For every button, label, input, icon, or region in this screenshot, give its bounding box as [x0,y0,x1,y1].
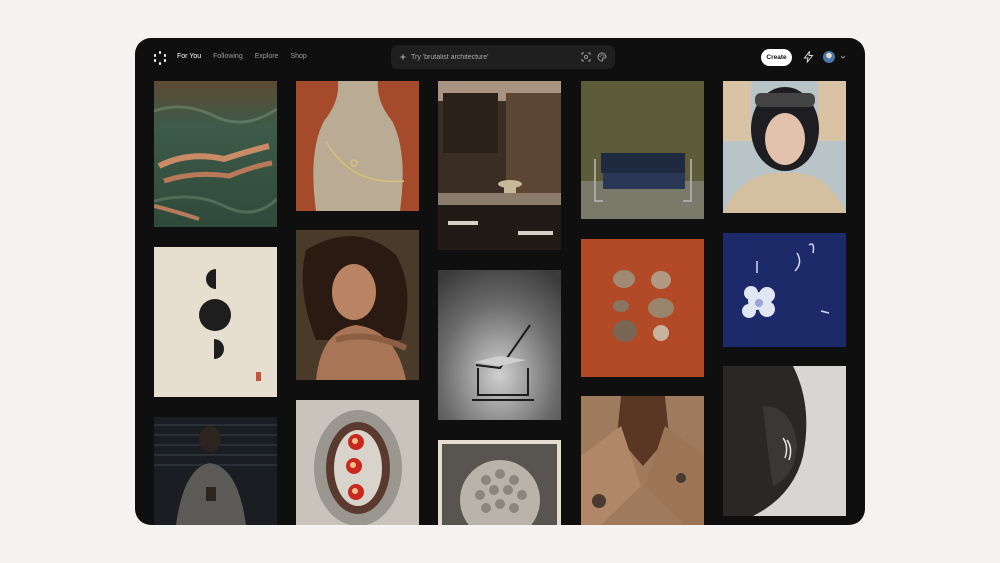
goggles-portrait-image [723,81,846,213]
feed-image-sphere-sculpture[interactable] [438,440,561,525]
search-input[interactable] [411,51,571,63]
man-dark-room-image [154,417,277,525]
feed-image-stones[interactable] [581,239,704,377]
kitchen-image [438,81,561,250]
lightning-icon[interactable] [803,51,814,63]
feed-image-goggles-portrait[interactable] [723,81,846,213]
chevron-down-icon[interactable] [840,54,846,60]
swimmers-image [154,81,277,227]
nav-item-for-you[interactable]: For You [177,52,201,62]
search-bar[interactable] [391,45,615,69]
sparkle-icon [399,53,407,61]
top-bar: For You Following Explore Shop Create [135,38,865,78]
create-button[interactable]: Create [761,49,792,66]
sphere-sculpture-image [438,440,561,525]
nav-item-explore[interactable]: Explore [255,52,279,62]
feed-image-man-dark-room[interactable] [154,417,277,525]
feed-image-shirt[interactable] [581,396,704,525]
feed-image-kitchen[interactable] [438,81,561,250]
feed-image-fruit-plate[interactable] [296,400,419,525]
avatar[interactable] [823,51,835,63]
feed-image-tube-chair[interactable] [438,270,561,420]
feed-image-earring[interactable] [723,366,846,516]
palette-icon[interactable] [597,52,607,62]
feed-image-curly-portrait[interactable] [296,230,419,380]
vase-image [296,81,419,211]
feed-image-sofa[interactable] [581,81,704,219]
visual-search-icon[interactable] [581,52,591,62]
feed-image-vase[interactable] [296,81,419,211]
tube-chair-image [438,270,561,420]
app-window: For You Following Explore Shop Create [135,38,865,525]
circles-print-image [154,247,277,397]
stones-image [581,239,704,377]
earring-image [723,366,846,516]
feed-image-cyanotype[interactable] [723,233,846,347]
nav-item-following[interactable]: Following [213,52,243,62]
sofa-image [581,81,704,219]
main-nav: For You Following Explore Shop [177,52,307,62]
shirt-image [581,396,704,525]
feed-image-circles-print[interactable] [154,247,277,397]
fruit-plate-image [296,400,419,525]
logo-icon[interactable] [153,51,167,65]
nav-item-shop[interactable]: Shop [290,52,306,62]
cyanotype-image [723,233,846,347]
feed-image-swimmers[interactable] [154,81,277,227]
curly-portrait-image [296,230,419,380]
